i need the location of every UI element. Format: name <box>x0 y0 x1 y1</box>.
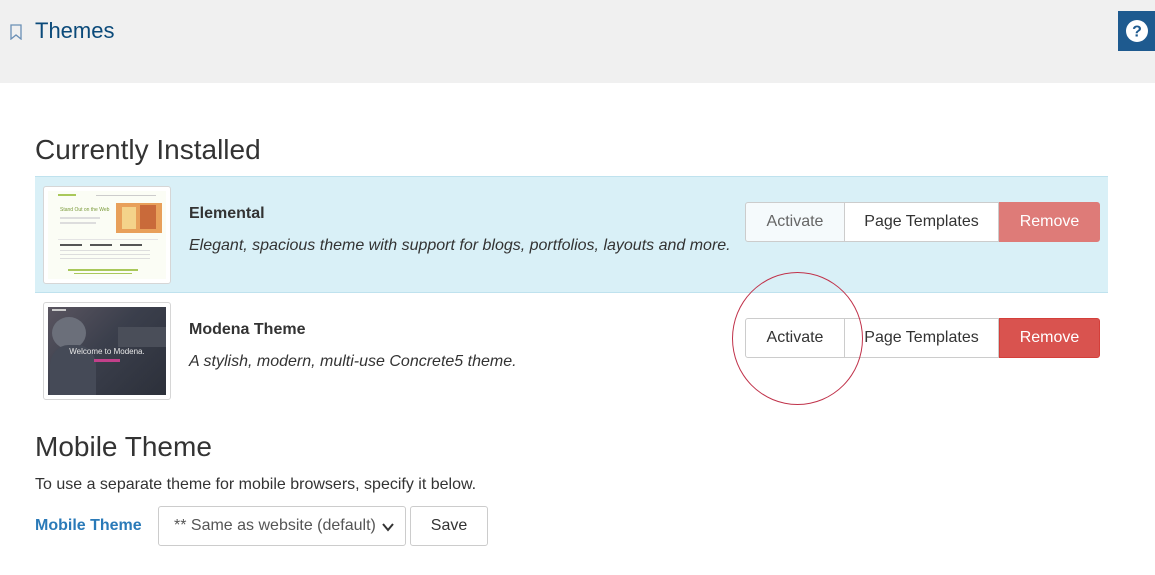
theme-description: Elegant, spacious theme with support for… <box>189 237 731 254</box>
theme-name: Elemental <box>189 205 265 222</box>
activate-button[interactable]: Activate <box>745 318 845 358</box>
help-button[interactable]: ? <box>1118 11 1155 51</box>
mobile-description: To use a separate theme for mobile brows… <box>35 476 477 493</box>
activate-button[interactable]: Activate <box>745 202 845 242</box>
chevron-down-icon <box>382 523 394 532</box>
page-header: Themes <box>0 0 1155 83</box>
theme-row-modena: Welcome to Modena. Modena Theme A stylis… <box>35 293 1108 410</box>
mobile-theme-select[interactable]: ** Same as website (default) <box>158 506 406 546</box>
mobile-theme-selected: ** Same as website (default) <box>174 517 376 534</box>
question-circle-icon: ? <box>1125 20 1148 42</box>
svg-text:?: ? <box>1132 24 1142 41</box>
mobile-heading: Mobile Theme <box>35 431 212 462</box>
theme-actions: Activate Page Templates Remove <box>745 318 1100 358</box>
page-templates-button[interactable]: Page Templates <box>845 202 999 242</box>
remove-button[interactable]: Remove <box>999 202 1100 242</box>
page-templates-button[interactable]: Page Templates <box>845 318 999 358</box>
theme-actions: Activate Page Templates Remove <box>745 202 1100 242</box>
theme-name: Modena Theme <box>189 321 306 338</box>
theme-thumbnail: Welcome to Modena. <box>43 302 171 400</box>
theme-thumbnail: Stand Out on the Web <box>43 186 171 284</box>
save-button[interactable]: Save <box>410 506 488 546</box>
page-title: Themes <box>35 18 115 43</box>
installed-heading: Currently Installed <box>35 134 261 165</box>
theme-row-elemental: Stand Out on the Web Elemental Elegant, … <box>35 176 1108 293</box>
mobile-theme-label: Mobile Theme <box>35 517 142 534</box>
remove-button[interactable]: Remove <box>999 318 1100 358</box>
theme-description: A stylish, modern, multi-use Concrete5 t… <box>189 353 517 370</box>
bookmark-icon[interactable] <box>9 24 23 40</box>
